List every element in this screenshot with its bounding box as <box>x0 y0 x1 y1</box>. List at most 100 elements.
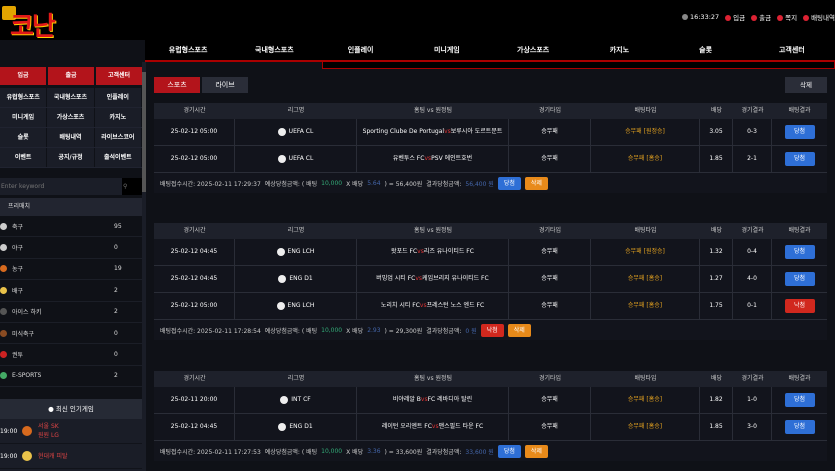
table-row: 25-02-11 20:00 INT CF 비야레알 BvsFC 레바디아 탈린… <box>154 387 827 414</box>
popular-games-header: ● 최신 인기게임 <box>0 399 142 419</box>
sidebar-menu: 유럽형스포츠 국내형스포츠 인플레이 미니게임 가상스포츠 카지노 슬롯 배팅내역 라이브스… <box>0 88 142 168</box>
tab-sports[interactable]: 스포츠 <box>154 77 200 93</box>
soccer-ball-icon <box>277 127 286 136</box>
sport-item-icehockey[interactable]: 아이스 하키 2 <box>0 302 142 323</box>
popular-games: ● 최신 인기게임 19:00 서울 SK 원원 LG 19:00 현대캐 피탈 <box>0 399 142 471</box>
deposit-button[interactable]: 입금 <box>0 67 46 85</box>
soccer-ball-icon <box>0 222 7 230</box>
logo-text: 코난 <box>10 12 56 42</box>
sport-item-boxing[interactable]: 권투 0 <box>0 344 142 366</box>
bet-result-badge: 낙첨 <box>784 299 815 313</box>
bet-tabs: 스포츠 라이브 <box>154 77 248 93</box>
bet-status-badge: 당첨 <box>497 444 521 458</box>
soccer-ball-icon <box>276 301 285 310</box>
sidebar-scrollbar[interactable] <box>142 62 146 471</box>
deposit-icon <box>725 15 732 21</box>
sidebar-menu-item[interactable]: 이벤트 <box>0 148 47 167</box>
util-withdraw-link[interactable]: 출금 <box>751 12 771 22</box>
sidebar-menu-item[interactable]: 인플레이 <box>94 88 141 107</box>
delete-bet-button[interactable]: 삭제 <box>507 323 531 337</box>
table-header: 경기시간 리그명 홈팀 vs 원정팀 경기타입 배팅타입 배당 경기결과 배팅결과 <box>154 103 827 119</box>
nav-submenu-bar <box>322 62 835 69</box>
betting-history-panel: 스포츠 라이브 삭제 경기시간 리그명 홈팀 vs 원정팀 경기타입 배팅타입 배당 경기결… <box>150 69 835 471</box>
sidebar: 입금 출금 고객센터 유럽형스포츠 국내형스포츠 인플레이 미니게임 가상스포츠 카지노… <box>0 62 142 471</box>
nav-item-minigame[interactable]: 미니게임 <box>404 40 490 62</box>
nav-item-slot[interactable]: 슬롯 <box>663 40 749 62</box>
sidebar-menu-item[interactable]: 미니게임 <box>0 108 47 127</box>
support-button[interactable]: 고객센터 <box>96 67 142 85</box>
volleyball-icon <box>22 451 32 461</box>
top-bar: 코난 16:33:27 입금 출금 쪽지 배팅내역 <box>0 0 835 42</box>
soccer-ball-icon <box>276 247 285 256</box>
search-box: Enter keyword ⚲ <box>0 178 142 195</box>
main-nav: 유럽형스포츠 국내형스포츠 인플레이 미니게임 가상스포츠 카지노 슬롯 고객센… <box>145 40 835 62</box>
volleyball-icon <box>0 286 7 294</box>
bet-slip: 경기시간 리그명 홈팀 vs 원정팀 경기타입 배팅타입 배당 경기결과 배팅결과 25-02… <box>154 223 827 340</box>
bet-result-badge: 당첨 <box>784 125 815 139</box>
table-header: 경기시간 리그명 홈팀 vs 원정팀 경기타입 배팅타입 배당 경기결과 배팅결과 <box>154 223 827 239</box>
sports-list-header: 프리매치 <box>0 198 142 216</box>
sidebar-menu-item[interactable]: 슬롯 <box>0 128 47 147</box>
soccer-ball-icon <box>278 422 287 431</box>
withdraw-button[interactable]: 출금 <box>48 67 94 85</box>
popular-game-item[interactable]: 19:00 서울 SK 원원 LG <box>0 419 142 444</box>
nav-item-domestic-sports[interactable]: 국내형스포츠 <box>231 40 317 62</box>
sidebar-menu-item[interactable]: 배팅내역 <box>47 128 94 147</box>
util-deposit-link[interactable]: 입금 <box>725 12 745 22</box>
sport-item-football[interactable]: 미식축구 0 <box>0 323 142 345</box>
nav-item-support[interactable]: 고객센터 <box>749 40 835 62</box>
delete-all-button[interactable]: 삭제 <box>785 77 827 93</box>
delete-bet-button[interactable]: 삭제 <box>524 176 548 190</box>
clock-icon <box>681 14 688 20</box>
bet-status-badge: 낙첨 <box>480 323 504 337</box>
sidebar-menu-item[interactable]: 가상스포츠 <box>47 108 94 127</box>
sport-item-baseball[interactable]: 야구 0 <box>0 237 142 259</box>
sport-item-basketball[interactable]: 농구 19 <box>0 259 142 281</box>
trophy-icon: ● <box>48 405 56 413</box>
popular-game-item[interactable]: 19:00 현대캐 피탈 <box>0 444 142 469</box>
sidebar-menu-item[interactable]: 출석이벤트 <box>94 148 141 167</box>
nav-item-virtual-sports[interactable]: 가상스포츠 <box>490 40 576 62</box>
tab-live[interactable]: 라이브 <box>202 77 248 93</box>
sidebar-menu-item[interactable]: 국내형스포츠 <box>47 88 94 107</box>
search-input[interactable]: Enter keyword <box>0 183 122 190</box>
site-logo[interactable]: 코난 <box>2 4 60 42</box>
sidebar-menu-item[interactable]: 유럽형스포츠 <box>0 88 47 107</box>
sidebar-menu-item[interactable]: 공지/규정 <box>47 148 94 167</box>
table-row: 25-02-12 04:45 ENG D1 버밍엄 시티 FCvs케임브리지 유… <box>154 266 827 293</box>
esports-icon <box>0 372 7 380</box>
table-row: 25-02-12 04:45 ENG LCH 왓포드 FCvs리즈 유나이티드 … <box>154 239 827 266</box>
bet-status-badge: 당첨 <box>497 176 521 190</box>
scrollbar-thumb[interactable] <box>142 72 146 192</box>
table-row: 25-02-12 04:45 ENG D1 레이턴 오리엔트 FCvs맨스필드 … <box>154 414 827 441</box>
util-message-link[interactable]: 쪽지 <box>777 12 797 22</box>
sport-item-volleyball[interactable]: 배구 2 <box>0 280 142 302</box>
search-button[interactable]: ⚲ <box>122 178 142 195</box>
bet-summary: 배팅접수시간: 2025-02-11 17:27:53 예상당첨금액: ( 배팅… <box>154 441 827 461</box>
sports-list: 프리매치 축구 95 야구 0 농구 19 배구 2 아이스 하키 2 미식축구 0 권투 0… <box>0 198 142 388</box>
bet-slip: 경기시간 리그명 홈팀 vs 원정팀 경기타입 배팅타입 배당 경기결과 배팅결과 25-02… <box>154 103 827 193</box>
baseball-icon <box>0 244 7 252</box>
nav-item-casino[interactable]: 카지노 <box>576 40 662 62</box>
delete-bet-button[interactable]: 삭제 <box>524 444 548 458</box>
soccer-ball-icon <box>278 274 287 283</box>
table-row: 25-02-12 05:00 ENG LCH 노리치 시티 FCvs프레스턴 노… <box>154 293 827 320</box>
nav-item-euro-sports[interactable]: 유럽형스포츠 <box>145 40 231 62</box>
table-row: 25-02-12 05:00 UEFA CL 유벤투스 FCvsPSV 에인트호… <box>154 146 827 173</box>
sidebar-quick-buttons: 입금 출금 고객센터 <box>0 67 142 85</box>
bet-result-badge: 당첨 <box>784 393 815 407</box>
sport-item-soccer[interactable]: 축구 95 <box>0 216 142 238</box>
nav-item-inplay[interactable]: 인플레이 <box>318 40 404 62</box>
bet-result-badge: 당첨 <box>784 152 815 166</box>
bet-result-badge: 당첨 <box>784 272 815 286</box>
sidebar-menu-item[interactable]: 라이브스코어 <box>94 128 141 147</box>
util-betting-history-link[interactable]: 배팅내역 <box>803 12 835 22</box>
utility-links: 16:33:27 입금 출금 쪽지 배팅내역 <box>681 12 835 22</box>
clock: 16:33:27 <box>681 13 719 21</box>
soccer-ball-icon <box>277 154 286 163</box>
table-header: 경기시간 리그명 홈팀 vs 원정팀 경기타입 배팅타입 배당 경기결과 배팅결과 <box>154 371 827 387</box>
sport-item-esports[interactable]: E-SPORTS 2 <box>0 366 142 388</box>
table-row: 25-02-12 05:00 UEFA CL Sporting Clube De… <box>154 119 827 146</box>
history-icon <box>803 15 810 21</box>
sidebar-menu-item[interactable]: 카지노 <box>94 108 141 127</box>
